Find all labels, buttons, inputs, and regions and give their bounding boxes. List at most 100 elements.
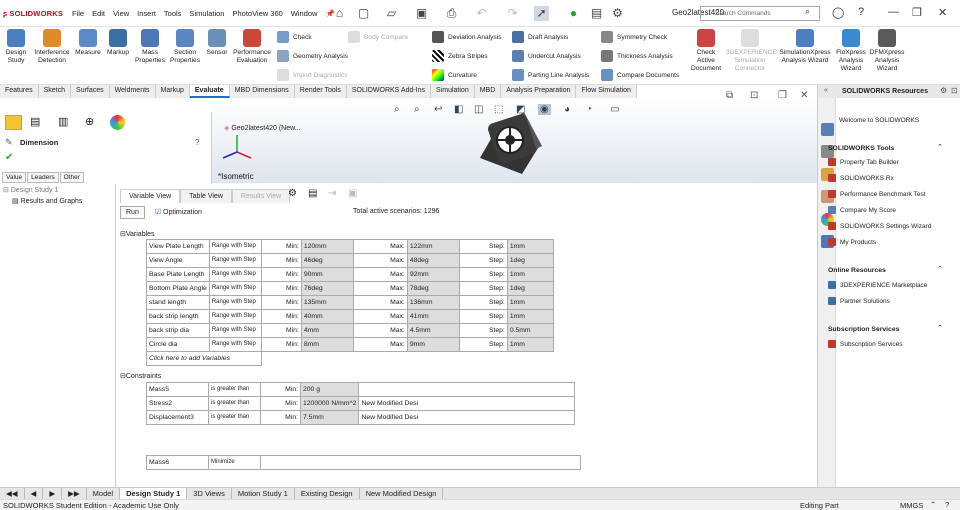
dimxpert-tab-icon[interactable]: ⊕ — [85, 115, 94, 128]
tab-design-study-1[interactable]: Design Study 1 — [120, 488, 188, 499]
constraint-study[interactable]: New Modified Desi — [358, 396, 576, 411]
pane-options-icon[interactable]: ⚙ — [940, 86, 947, 95]
sensor-button[interactable]: Sensor — [204, 29, 230, 57]
simulationxpress-button[interactable]: SimulationXpress Analysis Wizard — [776, 29, 834, 65]
edit-appearance-icon[interactable]: ◕ — [564, 104, 570, 115]
check-active-document-button[interactable]: Check Active Document — [688, 29, 724, 73]
constraint-min[interactable]: 1200000 N/mm^2 — [299, 396, 360, 411]
featuremanager-tab-icon[interactable] — [5, 115, 22, 130]
undo-icon[interactable]: ↶ — [474, 6, 489, 21]
variable-max[interactable]: 78deg — [406, 281, 460, 296]
my-products-link[interactable]: My Products — [828, 238, 876, 246]
tab-table-view[interactable]: Table View — [180, 189, 232, 203]
variable-min[interactable]: 120mm — [300, 239, 354, 254]
select-arrow-icon[interactable]: ➚ — [534, 6, 549, 21]
dfmxpress-button[interactable]: DFMXpress Analysis Wizard — [868, 29, 906, 73]
variable-step[interactable]: 1mm — [506, 239, 554, 254]
help-icon[interactable]: ? — [195, 138, 199, 147]
variable-min[interactable]: 46deg — [300, 253, 354, 268]
menu-edit[interactable]: Edit — [92, 9, 105, 18]
model-tree-node[interactable]: ◈ Geo2latest420 (New... — [224, 124, 301, 132]
zoom-to-fit-icon[interactable]: ⌕ — [394, 104, 400, 115]
ok-check-icon[interactable]: ✔ — [5, 152, 13, 163]
resources-home-icon[interactable] — [821, 123, 834, 136]
variable-step[interactable]: 1mm — [506, 337, 554, 352]
geometry-analysis-button[interactable]: Geometry Analysis — [277, 50, 348, 62]
constraint-study[interactable]: New Modified Desi — [358, 410, 576, 425]
user-icon[interactable]: ◯ — [832, 6, 844, 19]
section-view-icon[interactable]: ◧ — [454, 104, 463, 115]
menu-file[interactable]: File — [72, 9, 84, 18]
study-options-gear-icon[interactable]: ⚙ — [288, 188, 297, 199]
minimize-button[interactable]: — — [888, 6, 899, 18]
variable-name[interactable]: Bottom Plate Angle — [146, 281, 210, 296]
traffic-light-icon[interactable]: ● — [566, 6, 581, 21]
section-properties-button[interactable]: Section Properties — [168, 29, 202, 65]
view-settings-icon[interactable]: ▭ — [610, 104, 619, 115]
variables-section-header[interactable]: ⊟Variables — [120, 230, 155, 238]
chevron-up-icon[interactable]: ⌃ — [937, 265, 943, 273]
tab-mbd[interactable]: MBD — [474, 85, 502, 98]
design-study-tree-root[interactable]: ⊟ Design Study 1 — [3, 186, 58, 194]
benchmark-test-link[interactable]: Performance Benchmark Test — [828, 190, 926, 198]
tab-analysis-preparation[interactable]: Analysis Preparation — [501, 85, 577, 98]
variable-min[interactable]: 135mm — [300, 295, 354, 310]
tab-variable-view[interactable]: Variable View — [120, 189, 181, 203]
propertymanager-tab-icon[interactable]: ▤ — [30, 115, 40, 128]
menu-window[interactable]: Window — [291, 9, 318, 18]
help-icon[interactable]: ? — [945, 500, 949, 509]
tab-new-modified-design[interactable]: New Modified Design — [360, 488, 444, 499]
variable-step[interactable]: 1mm — [506, 295, 554, 310]
run-button[interactable]: Run — [120, 206, 145, 219]
constraint-name[interactable]: Displacement3 — [146, 410, 209, 425]
variable-max[interactable]: 9mm — [406, 337, 460, 352]
design-study-button[interactable]: Design Study — [4, 29, 28, 65]
viewport-restore-icon[interactable]: ❐ — [778, 90, 787, 101]
tab-motion-study-1[interactable]: Motion Study 1 — [232, 488, 295, 499]
configuration-tab-icon[interactable]: ▥ — [58, 115, 68, 128]
restore-button[interactable]: ❐ — [912, 6, 922, 19]
tab-other[interactable]: Other — [59, 172, 84, 183]
tab-simulation[interactable]: Simulation — [431, 85, 475, 98]
compare-my-score-link[interactable]: Compare My Score — [828, 206, 896, 214]
nav-next-icon[interactable]: ▶ — [43, 488, 63, 499]
goal-condition[interactable]: Minimize — [208, 455, 261, 470]
print-icon[interactable]: ⎙ — [444, 6, 459, 21]
constraint-condition[interactable]: is greater than — [208, 382, 261, 397]
menu-photoview[interactable]: PhotoView 360 — [232, 9, 282, 18]
new-document-icon[interactable]: ▢ — [356, 6, 371, 21]
variable-max[interactable]: 48deg — [406, 253, 460, 268]
variable-max[interactable]: 122mm — [406, 239, 460, 254]
welcome-link[interactable]: Welcome to SOLIDWORKS — [839, 117, 919, 124]
variable-step[interactable]: 1mm — [506, 267, 554, 282]
partner-solutions-link[interactable]: Partner Solutions — [828, 297, 890, 305]
constraints-section-header[interactable]: ⊟Constraints — [120, 372, 161, 380]
chevron-up-icon[interactable]: ⌃ — [937, 143, 943, 151]
chevron-up-icon[interactable]: ⌃ — [930, 500, 936, 509]
goal-name[interactable]: Mass6 — [146, 455, 209, 470]
variable-type-select[interactable]: Range with Step — [208, 323, 262, 338]
variable-name[interactable]: back strip length — [146, 309, 210, 324]
add-variables-row[interactable]: Click here to add Variables — [146, 351, 262, 366]
appearance-tab-icon[interactable] — [110, 115, 125, 130]
variable-type-select[interactable]: Range with Step — [208, 267, 262, 282]
viewport-tile-icon[interactable]: ⧉ — [726, 90, 733, 101]
constraint-name[interactable]: Stress2 — [146, 396, 209, 411]
thickness-analysis-button[interactable]: Thickness Analysis — [601, 50, 673, 62]
mass-properties-button[interactable]: Mass Properties — [134, 29, 166, 65]
units-selector[interactable]: MMGS — [900, 501, 923, 510]
variable-step[interactable]: 1mm — [506, 309, 554, 324]
tab-sketch[interactable]: Sketch — [38, 85, 72, 98]
help-icon[interactable]: ? — [858, 6, 864, 18]
file-properties-icon[interactable]: ▤ — [589, 6, 604, 21]
variable-step[interactable]: 0.5mm — [506, 323, 554, 338]
nav-first-icon[interactable]: ◀◀ — [0, 488, 25, 499]
tab-addins[interactable]: SOLIDWORKS Add-Ins — [346, 85, 432, 98]
tab-results-view[interactable]: Results View — [231, 189, 291, 203]
collapse-pane-icon[interactable]: « — [824, 87, 828, 94]
menu-tools[interactable]: Tools — [164, 9, 182, 18]
measure-button[interactable]: Measure — [74, 29, 102, 57]
parting-line-analysis-button[interactable]: Parting Line Analysis — [512, 69, 589, 81]
tools-section-header[interactable]: SOLIDWORKS Tools — [828, 145, 894, 152]
constraint-condition[interactable]: is greater than — [208, 410, 261, 425]
